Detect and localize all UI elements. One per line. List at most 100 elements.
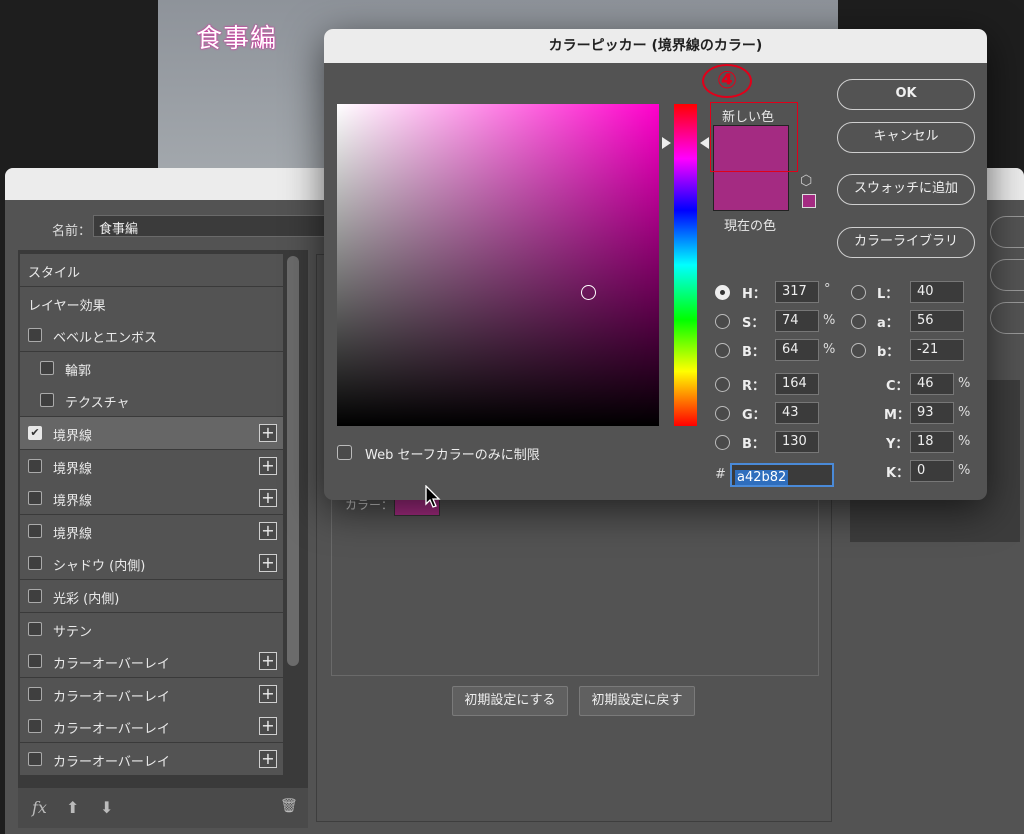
effect-row[interactable]: ✔ 境界線 + xyxy=(20,417,283,449)
web-safe-checkbox[interactable] xyxy=(337,445,352,460)
c-unit: % xyxy=(958,376,971,391)
c-label: C： xyxy=(886,379,909,394)
effect-checkbox[interactable]: ✔ xyxy=(28,426,42,440)
y-input[interactable]: 18 xyxy=(910,431,954,453)
l-radio[interactable] xyxy=(851,285,866,300)
effect-row[interactable]: レイヤー効果 xyxy=(20,286,283,319)
effect-row[interactable]: 境界線 + xyxy=(20,514,283,547)
effect-label: スタイル xyxy=(28,266,81,281)
effect-checkbox[interactable] xyxy=(28,654,42,669)
brightness-input[interactable]: 64 xyxy=(775,339,819,361)
blue-radio[interactable] xyxy=(715,435,730,450)
settings-inner-group xyxy=(331,496,819,676)
add-effect-plus-icon[interactable]: + xyxy=(259,521,277,540)
effects-scrollbar[interactable] xyxy=(287,256,299,666)
add-effect-plus-icon[interactable]: + xyxy=(259,424,277,442)
effect-label: カラーオーバーレイ xyxy=(53,755,170,770)
effect-row[interactable]: カラーオーバーレイ + xyxy=(20,743,283,775)
effect-checkbox[interactable] xyxy=(28,523,42,538)
move-down-icon[interactable]: ⬇ xyxy=(100,798,113,817)
c-input[interactable]: 46 xyxy=(910,373,954,395)
brightness-radio[interactable] xyxy=(715,343,730,358)
blue-input[interactable]: 130 xyxy=(775,431,819,453)
reset-default-button[interactable]: 初期設定に戻す xyxy=(579,686,695,716)
effect-row[interactable]: 光彩 (内側) xyxy=(20,580,283,612)
hue-slider-marker-left[interactable] xyxy=(662,137,671,149)
hue-slider[interactable] xyxy=(674,104,697,426)
effect-row[interactable]: テクスチャ xyxy=(20,384,283,417)
effect-row[interactable]: 境界線 + xyxy=(20,449,283,482)
effect-label: カラーオーバーレイ xyxy=(53,689,170,705)
effect-checkbox[interactable] xyxy=(28,621,42,636)
ok-button[interactable]: OK xyxy=(837,79,975,110)
current-color-swatch[interactable] xyxy=(713,168,789,211)
add-effect-plus-icon[interactable]: + xyxy=(259,684,277,703)
effect-checkbox[interactable] xyxy=(28,458,42,473)
trash-icon[interactable]: 🗑 xyxy=(280,798,298,814)
color-libraries-button[interactable]: カラーライブラリ xyxy=(837,227,975,258)
out-of-gamut-cube-icon[interactable]: ⬡ xyxy=(800,173,812,189)
color-field-cursor[interactable] xyxy=(581,285,596,300)
web-safe-swatch[interactable] xyxy=(802,194,816,208)
r-input[interactable]: 164 xyxy=(775,373,819,395)
add-effect-plus-icon[interactable]: + xyxy=(259,554,277,573)
s-input[interactable]: 74 xyxy=(775,310,819,332)
effect-checkbox[interactable] xyxy=(40,393,54,408)
effect-checkbox[interactable] xyxy=(28,328,42,343)
effect-row[interactable]: 輪郭 xyxy=(20,351,283,384)
effect-row[interactable]: カラーオーバーレイ + xyxy=(20,677,283,710)
hex-hash-label: # xyxy=(715,467,726,482)
a-input[interactable]: 56 xyxy=(910,310,964,332)
s-radio[interactable] xyxy=(715,314,730,329)
effect-row[interactable]: カラーオーバーレイ + xyxy=(20,645,283,678)
l-input[interactable]: 40 xyxy=(910,281,964,303)
s-label: S： xyxy=(742,316,765,331)
a-radio[interactable] xyxy=(851,314,866,329)
name-field[interactable]: 食事編 xyxy=(93,215,329,237)
effect-row[interactable]: カラーオーバーレイ + xyxy=(20,710,283,743)
effect-checkbox[interactable] xyxy=(28,556,42,571)
effect-row[interactable]: シャドウ (内側) + xyxy=(20,547,283,580)
effect-label: 境界線 xyxy=(53,429,93,444)
add-effect-plus-icon[interactable]: + xyxy=(259,717,277,736)
effect-row[interactable]: スタイル xyxy=(20,254,283,286)
fx-icon[interactable]: fx xyxy=(32,798,47,817)
add-to-swatches-button[interactable]: スウォッチに追加 xyxy=(837,174,975,205)
effect-checkbox[interactable] xyxy=(28,491,42,506)
effect-row[interactable]: 境界線 + xyxy=(20,482,283,515)
add-effect-plus-icon[interactable]: + xyxy=(259,489,277,508)
h-radio[interactable] xyxy=(715,285,730,300)
cancel-button-stub[interactable] xyxy=(990,259,1024,291)
r-radio[interactable] xyxy=(715,377,730,392)
add-effect-plus-icon[interactable]: + xyxy=(259,456,277,475)
ok-button-stub[interactable] xyxy=(990,216,1024,248)
effect-checkbox[interactable] xyxy=(28,752,42,766)
hue-slider-marker-right[interactable] xyxy=(700,137,709,149)
new-style-button-stub[interactable] xyxy=(990,302,1024,334)
effect-row[interactable]: ベベルとエンボス xyxy=(20,319,283,352)
m-unit: % xyxy=(958,405,971,420)
effect-label: 境界線 xyxy=(53,461,93,477)
effect-checkbox[interactable] xyxy=(28,589,42,603)
g-radio[interactable] xyxy=(715,406,730,421)
g-input[interactable]: 43 xyxy=(775,402,819,424)
name-label: 名前： xyxy=(52,224,92,239)
m-input[interactable]: 93 xyxy=(910,402,954,424)
h-input[interactable]: 317 xyxy=(775,281,819,303)
make-default-button[interactable]: 初期設定にする xyxy=(452,686,568,716)
cancel-button[interactable]: キャンセル xyxy=(837,122,975,153)
lab-b-input[interactable]: -21 xyxy=(910,339,964,361)
add-effect-plus-icon[interactable]: + xyxy=(259,652,277,671)
effect-checkbox[interactable] xyxy=(28,719,42,734)
effect-checkbox[interactable] xyxy=(40,360,54,375)
s-unit: % xyxy=(823,313,836,328)
add-effect-plus-icon[interactable]: + xyxy=(259,750,277,768)
effect-checkbox[interactable] xyxy=(28,686,42,701)
lab-b-radio[interactable] xyxy=(851,343,866,358)
effect-row[interactable]: サテン xyxy=(20,612,283,645)
k-input[interactable]: 0 xyxy=(910,460,954,482)
hex-input[interactable]: a42b82 xyxy=(730,463,834,487)
move-up-icon[interactable]: ⬆ xyxy=(66,798,79,817)
color-field[interactable] xyxy=(337,104,659,426)
brightness-unit: % xyxy=(823,342,836,357)
